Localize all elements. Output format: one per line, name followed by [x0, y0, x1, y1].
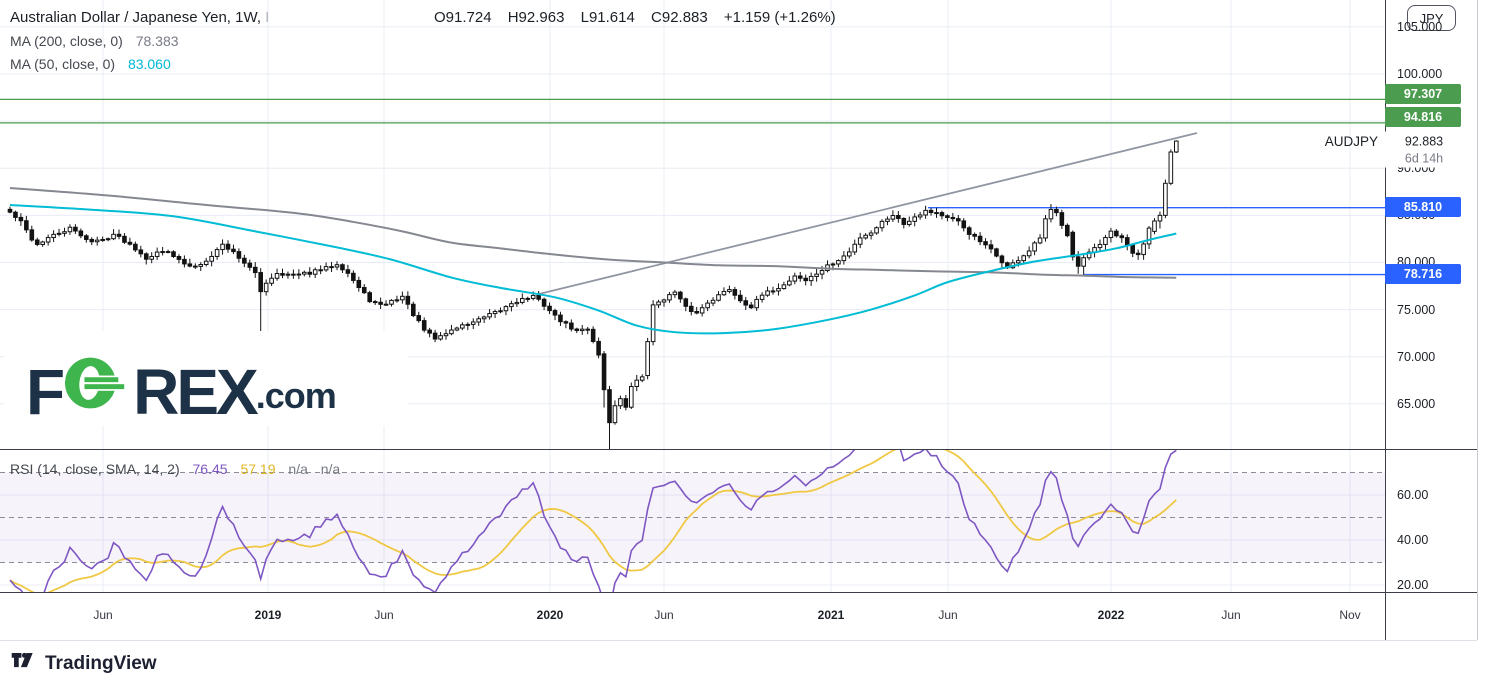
- rsi-na-1: n/a: [288, 461, 307, 477]
- time-tick: Jun: [1221, 608, 1240, 622]
- price-tick: 70.000: [1397, 350, 1435, 364]
- symbol-source-truncated: I: [265, 9, 269, 26]
- chart-window: F REX .com Australian Dollar / Japanese …: [0, 0, 1487, 687]
- forex-com-watermark: F REX .com: [4, 331, 408, 426]
- support-level-label: 78.716: [1385, 264, 1461, 284]
- ma200-label: MA (200, close, 0): [10, 33, 123, 49]
- rsi-value: 76.45: [193, 461, 228, 477]
- time-tick-year: 2021: [818, 608, 845, 622]
- price-tick: 65.000: [1397, 397, 1435, 411]
- ohlc-low: L91.614: [581, 9, 635, 26]
- price-chart-canvas[interactable]: [0, 0, 1487, 641]
- time-tick-year: 2019: [255, 608, 282, 622]
- ma50-legend[interactable]: MA (50, close, 0) 83.060: [10, 56, 171, 72]
- forex-o-icon: [65, 352, 131, 419]
- rsi-pane: [0, 433, 1385, 610]
- ohlc-open: O91.724: [434, 9, 492, 26]
- symbol-legend[interactable]: Australian Dollar / Japanese Yen, 1W, I: [10, 9, 269, 26]
- symbol-title: Australian Dollar / Japanese Yen, 1W,: [10, 9, 261, 26]
- time-tick-year: 2020: [537, 608, 564, 622]
- rsi-label: RSI (14, close, SMA, 14, 2): [10, 461, 180, 477]
- time-tick: Jun: [93, 608, 112, 622]
- rsi-tick: 20.00: [1397, 578, 1428, 592]
- watermark-text-rex: REX: [133, 366, 256, 418]
- symbol-price-marker: AUDJPY: [1240, 134, 1378, 149]
- ohlc-row: O91.724 H92.963 L91.614 C92.883 +1.159 (…: [434, 9, 848, 26]
- time-tick: Nov: [1339, 608, 1360, 622]
- rsi-legend[interactable]: RSI (14, close, SMA, 14, 2) 76.45 57.19 …: [10, 461, 340, 477]
- tradingview-attribution[interactable]: TradingView: [11, 650, 157, 677]
- resistance-level-label: 97.307: [1385, 84, 1461, 104]
- watermark-text-tld: .com: [256, 375, 336, 418]
- price-tick: 105.000: [1397, 20, 1442, 34]
- price-tick: 100.000: [1397, 67, 1442, 81]
- resistance-level-label: 94.816: [1385, 107, 1461, 127]
- tradingview-wordmark: TradingView: [45, 653, 157, 675]
- rsi-na-2: n/a: [321, 461, 340, 477]
- ohlc-change: +1.159 (+1.26%): [724, 9, 836, 26]
- rsi-tick: 60.00: [1397, 488, 1428, 502]
- ma50-value: 83.060: [128, 56, 171, 72]
- ma50-label: MA (50, close, 0): [10, 56, 115, 72]
- ohlc-close: C92.883: [651, 9, 708, 26]
- time-tick: Jun: [938, 608, 957, 622]
- time-tick: Jun: [654, 608, 673, 622]
- tradingview-logo-icon: [11, 650, 37, 677]
- bar-countdown-label: 6d 14h: [1385, 149, 1463, 168]
- time-tick-year: 2022: [1098, 608, 1125, 622]
- price-tick: 75.000: [1397, 303, 1435, 317]
- watermark-text-f: F: [26, 366, 62, 418]
- support-level-label: 85.810: [1385, 197, 1461, 217]
- ma200-legend[interactable]: MA (200, close, 0) 78.383: [10, 33, 179, 49]
- ma200-value: 78.383: [136, 33, 179, 49]
- rsi-tick: 40.00: [1397, 533, 1428, 547]
- rsi-signal-value: 57.19: [240, 461, 275, 477]
- time-tick: Jun: [374, 608, 393, 622]
- ohlc-high: H92.963: [508, 9, 565, 26]
